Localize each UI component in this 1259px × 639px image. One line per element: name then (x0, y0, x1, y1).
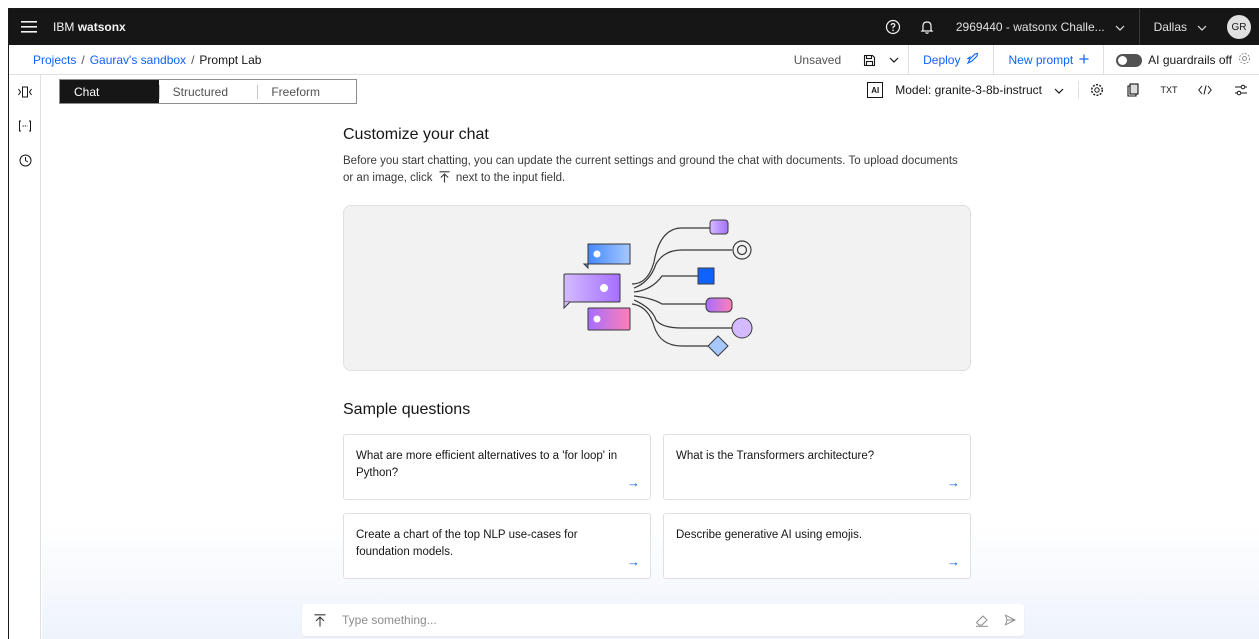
breadcrumb-separator: / (191, 52, 195, 67)
account-switcher[interactable]: 2969440 - watsonx Challe... (944, 9, 1140, 45)
page-description: Before you start chatting, you can updat… (343, 153, 963, 189)
model-parameters-icon[interactable] (1079, 75, 1115, 105)
sample-question-card[interactable]: What are more efficient alternatives to … (343, 434, 651, 500)
panel-toggle-icon[interactable] (9, 75, 41, 109)
sample-question-text: What is the Transformers architecture? (676, 450, 875, 462)
page-title: Customize your chat (343, 126, 489, 143)
model-selector[interactable]: Model: granite-3-8b-instruct (895, 81, 1079, 99)
notification-icon[interactable] (910, 9, 944, 45)
deploy-label: Deploy (923, 53, 961, 67)
deploy-button[interactable]: Deploy (909, 45, 995, 75)
region-switcher[interactable]: Dallas (1140, 9, 1221, 45)
branching-chat-illustration (563, 219, 753, 357)
arrow-right-icon: → (947, 554, 960, 569)
avatar[interactable]: GR (1227, 15, 1251, 39)
history-icon[interactable] (9, 143, 41, 177)
top-bar: IBM watsonx 2969440 - watsonx Challe... … (9, 9, 1259, 45)
rocket-icon (966, 52, 979, 68)
sample-question-card[interactable]: Create a chart of the top NLP use-cases … (343, 513, 651, 579)
chat-illustration (343, 205, 971, 371)
copy-icon[interactable] (1115, 75, 1151, 105)
account-label: 2969440 - watsonx Challe... (955, 20, 1105, 34)
brand-prefix: IBM (53, 20, 75, 34)
chat-input-bar (302, 604, 1024, 636)
guardrails-control[interactable]: AI guardrails off (1104, 52, 1259, 68)
save-icon[interactable] (859, 54, 879, 67)
guardrails-toggle[interactable] (1116, 53, 1143, 67)
mode-tabs: Chat Structured Freeform (59, 79, 357, 104)
breadcrumb-project[interactable]: Gaurav's sandbox (90, 53, 186, 67)
save-status: Unsaved (793, 53, 842, 67)
txt-icon[interactable]: TXT (1151, 75, 1187, 105)
arrow-right-icon: → (627, 475, 640, 490)
new-prompt-label: New prompt (1008, 53, 1074, 67)
menu-icon[interactable] (9, 9, 49, 45)
left-rail (9, 75, 41, 639)
chat-input[interactable] (342, 613, 968, 627)
sample-question-text: Describe generative AI using emojis. (676, 529, 863, 541)
code-icon[interactable] (1187, 75, 1223, 105)
save-options-chevron-icon[interactable] (879, 45, 910, 75)
app-brand[interactable]: IBM watsonx (53, 20, 126, 34)
chevron-down-icon (1115, 20, 1125, 34)
brand-name: watsonx (77, 20, 126, 34)
model-label: Model: granite-3-8b-instruct (895, 83, 1042, 97)
app-window: IBM watsonx 2969440 - watsonx Challe... … (8, 8, 1259, 639)
sample-question-text: What are more efficient alternatives to … (356, 450, 618, 479)
help-icon[interactable] (876, 9, 910, 45)
tab-chat[interactable]: Chat (60, 80, 159, 103)
arrow-right-icon: → (627, 554, 640, 569)
region-label: Dallas (1153, 20, 1187, 34)
sliders-icon[interactable] (1223, 75, 1259, 105)
tab-freeform[interactable]: Freeform (257, 80, 356, 103)
description-text: Before you start chatting, you can updat… (343, 155, 958, 184)
upload-icon[interactable] (302, 613, 338, 627)
breadcrumb-separator: / (81, 52, 85, 67)
breadcrumb-projects[interactable]: Projects (33, 53, 76, 67)
breadcrumb: Projects / Gaurav's sandbox / Prompt Lab (33, 53, 261, 67)
sample-questions-title: Sample questions (343, 401, 471, 418)
upload-icon (439, 171, 450, 189)
chevron-down-icon (1197, 20, 1207, 34)
sample-question-text: Create a chart of the top NLP use-cases … (356, 529, 578, 558)
arrow-right-icon: → (947, 475, 960, 490)
mode-bar: Chat Structured Freeform AI Model: grani… (41, 75, 1259, 105)
description-text-end: next to the input field. (455, 172, 566, 184)
settings-icon[interactable] (1238, 52, 1251, 68)
breadcrumb-current: Prompt Lab (199, 52, 262, 67)
sample-question-card[interactable]: What is the Transformers architecture? → (663, 434, 971, 500)
new-prompt-button[interactable]: New prompt (994, 45, 1105, 75)
variables-icon[interactable] (9, 109, 41, 143)
plus-icon (1079, 53, 1089, 67)
chevron-down-icon (1054, 83, 1064, 97)
chat-main: Customize your chat Before you start cha… (42, 105, 1259, 639)
send-icon[interactable] (996, 614, 1024, 626)
tab-structured[interactable]: Structured (158, 80, 258, 103)
ai-badge: AI (867, 82, 884, 98)
sample-question-card[interactable]: Describe generative AI using emojis. → (663, 513, 971, 579)
breadcrumb-bar: Projects / Gaurav's sandbox / Prompt Lab… (9, 45, 1259, 75)
guardrails-label: AI guardrails off (1148, 53, 1232, 67)
eraser-icon[interactable] (968, 614, 996, 627)
